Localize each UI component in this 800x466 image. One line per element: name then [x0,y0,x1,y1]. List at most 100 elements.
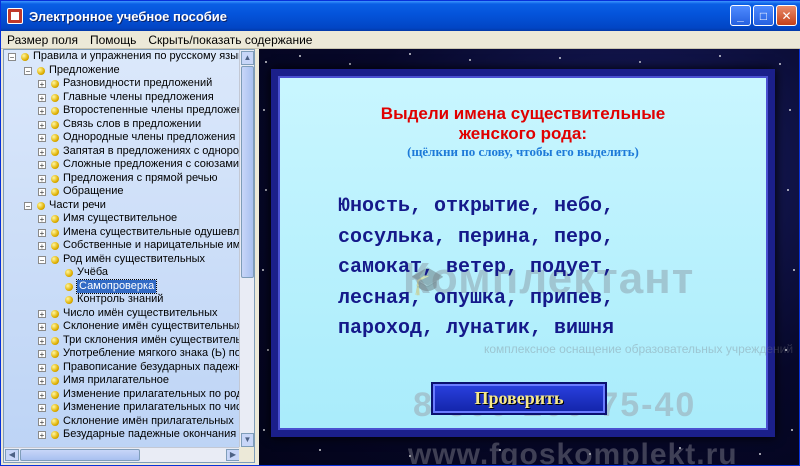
maximize-button[interactable]: □ [753,5,774,26]
expand-icon[interactable]: + [38,404,46,413]
expand-icon[interactable]: + [38,377,46,386]
collapse-icon[interactable]: − [8,53,16,62]
tree-item[interactable]: + Имя прилагательное [4,374,241,388]
tree-item-label: Связь слов в предложении [63,117,202,130]
word-line[interactable]: лесная, опушка, припев, [338,284,718,315]
menu-field-size[interactable]: Размер поля [1,33,84,47]
close-button[interactable]: ✕ [776,5,797,26]
expand-icon[interactable]: + [38,93,46,102]
tree-item[interactable]: + Число имён существительных [4,307,241,321]
tree-item[interactable]: Контроль знаний [4,293,241,307]
horizontal-scrollbar[interactable]: ◀ ▶ [4,447,241,462]
tree-item[interactable]: + Правописание безударных падежных [4,361,241,375]
expand-icon[interactable]: + [38,336,46,345]
tree-item[interactable]: + Обращение [4,185,241,199]
expand-icon[interactable]: + [38,350,46,359]
tree-item[interactable]: − Род имён существительных [4,253,241,267]
expand-icon[interactable]: + [38,107,46,116]
tree-item[interactable]: + Склонение имён прилагательных [4,415,241,429]
expand-icon[interactable]: + [38,431,46,440]
expand-icon[interactable]: + [38,215,46,224]
tree-item[interactable]: + Главные члены предложения [4,91,241,105]
vertical-scrollbar[interactable]: ▲ ▼ [239,50,254,448]
expand-icon[interactable]: + [38,228,46,237]
tree-item[interactable]: − Предложение [4,64,241,78]
tree-item[interactable]: + Запятая в предложениях с однородн [4,145,241,159]
horizontal-scroll-thumb[interactable] [20,449,140,461]
star-dot [793,269,795,271]
tree-item[interactable]: + Собственные и нарицательные имена [4,239,241,253]
tree-item[interactable]: + Второстепенные члены предложения [4,104,241,118]
menu-toggle-contents[interactable]: Скрыть/показать содержание [142,33,318,47]
expand-icon[interactable]: + [38,134,46,143]
tree-item[interactable]: + Однородные члены предложения [4,131,241,145]
collapse-icon[interactable]: − [24,66,32,75]
tree-item-label: Склонение имён существительных [63,320,241,332]
tree-item-label: Склонение имён прилагательных [63,414,234,427]
vertical-scroll-thumb[interactable] [241,66,254,278]
expand-icon[interactable]: + [38,80,46,89]
tree-item[interactable]: + Разновидности предложений [4,77,241,91]
expand-icon[interactable]: + [38,323,46,332]
star-dot [759,453,761,455]
expand-icon[interactable]: + [38,161,46,170]
expand-icon[interactable]: + [38,242,46,251]
expand-icon[interactable]: + [38,147,46,156]
tree-item[interactable]: + Предложения с прямой речью [4,172,241,186]
expand-icon[interactable]: + [38,309,46,318]
tree-item[interactable]: + Безударные падежные окончания име [4,428,241,442]
exercise-title-line2: женского рода: [458,124,588,143]
topic-bullet-icon [51,188,59,196]
tree-item[interactable]: + Склонение имён существительных [4,320,241,334]
expand-icon[interactable]: + [38,417,46,426]
minimize-button[interactable]: _ [730,5,751,26]
tree-item-label: Правила и упражнения по русскому языку (… [33,50,241,62]
tree-item[interactable]: + Сложные предложения с союзами А, [4,158,241,172]
word-line[interactable]: пароход, лунатик, вишня [338,314,718,345]
topic-bullet-icon [65,296,73,304]
tree-item[interactable]: + Изменение прилагательных по числа [4,401,241,415]
star-dot [319,449,321,451]
tree-item-label: Однородные члены предложения [63,131,236,143]
tree-item-label: Род имён существительных [63,252,206,265]
tree-item[interactable]: Самопроверка [4,278,241,294]
expand-icon[interactable]: + [38,188,46,197]
menu-help[interactable]: Помощь [84,33,142,47]
maximize-icon: □ [759,8,768,23]
exercise-area: Выдели имена существительные женского ро… [259,49,799,465]
tree-item-label: Безударные падежные окончания име [63,428,241,440]
expand-icon[interactable]: + [38,390,46,399]
title-bar[interactable]: Электронное учебное пособие _ □ ✕ [1,1,800,31]
exercise-title: Выдели имена существительные женского ро… [278,104,768,144]
topic-bullet-icon [65,269,73,277]
tree-item[interactable]: + Три склонения имён существительных [4,334,241,348]
tree-item[interactable]: − Правила и упражнения по русскому языку … [4,50,241,64]
tree-item[interactable]: + Употребление мягкого знака (Ь) посл [4,347,241,361]
word-line[interactable]: Юность, открытие, небо, [338,192,718,223]
expand-icon[interactable]: + [38,363,46,372]
topic-bullet-icon [37,66,45,75]
collapse-icon[interactable]: − [24,201,32,210]
tree-item-label: Самопроверка [75,278,158,294]
tree-item[interactable]: + Имя существительное [4,212,241,226]
tree-item[interactable]: + Имена существительные одушевлён [4,226,241,240]
scroll-down-icon[interactable]: ▼ [241,433,254,447]
contents-panel: − Правила и упражнения по русскому языку … [3,49,255,463]
expand-icon[interactable]: + [38,120,46,129]
expand-icon[interactable]: + [38,174,46,183]
tree-item-label: Имя прилагательное [63,374,170,386]
tree-item[interactable]: Учёба [4,266,241,280]
scroll-right-icon[interactable]: ▶ [226,449,240,461]
topic-bullet-icon [51,93,59,102]
star-dot [559,57,561,59]
scroll-up-icon[interactable]: ▲ [241,51,254,65]
word-line[interactable]: сосулька, перина, перо, [338,223,718,254]
collapse-icon[interactable]: − [38,255,46,264]
tree-item[interactable]: + Связь слов в предложении [4,118,241,132]
word-list[interactable]: Юность, открытие, небо, сосулька, перина… [338,192,718,345]
check-button[interactable]: Проверить [431,382,607,415]
tree-item[interactable]: − Части речи [4,199,241,213]
scroll-left-icon[interactable]: ◀ [5,449,19,461]
tree-item[interactable]: + Изменение прилагательных по родам [4,388,241,402]
word-line[interactable]: самокат, ветер, подует, [338,253,718,284]
